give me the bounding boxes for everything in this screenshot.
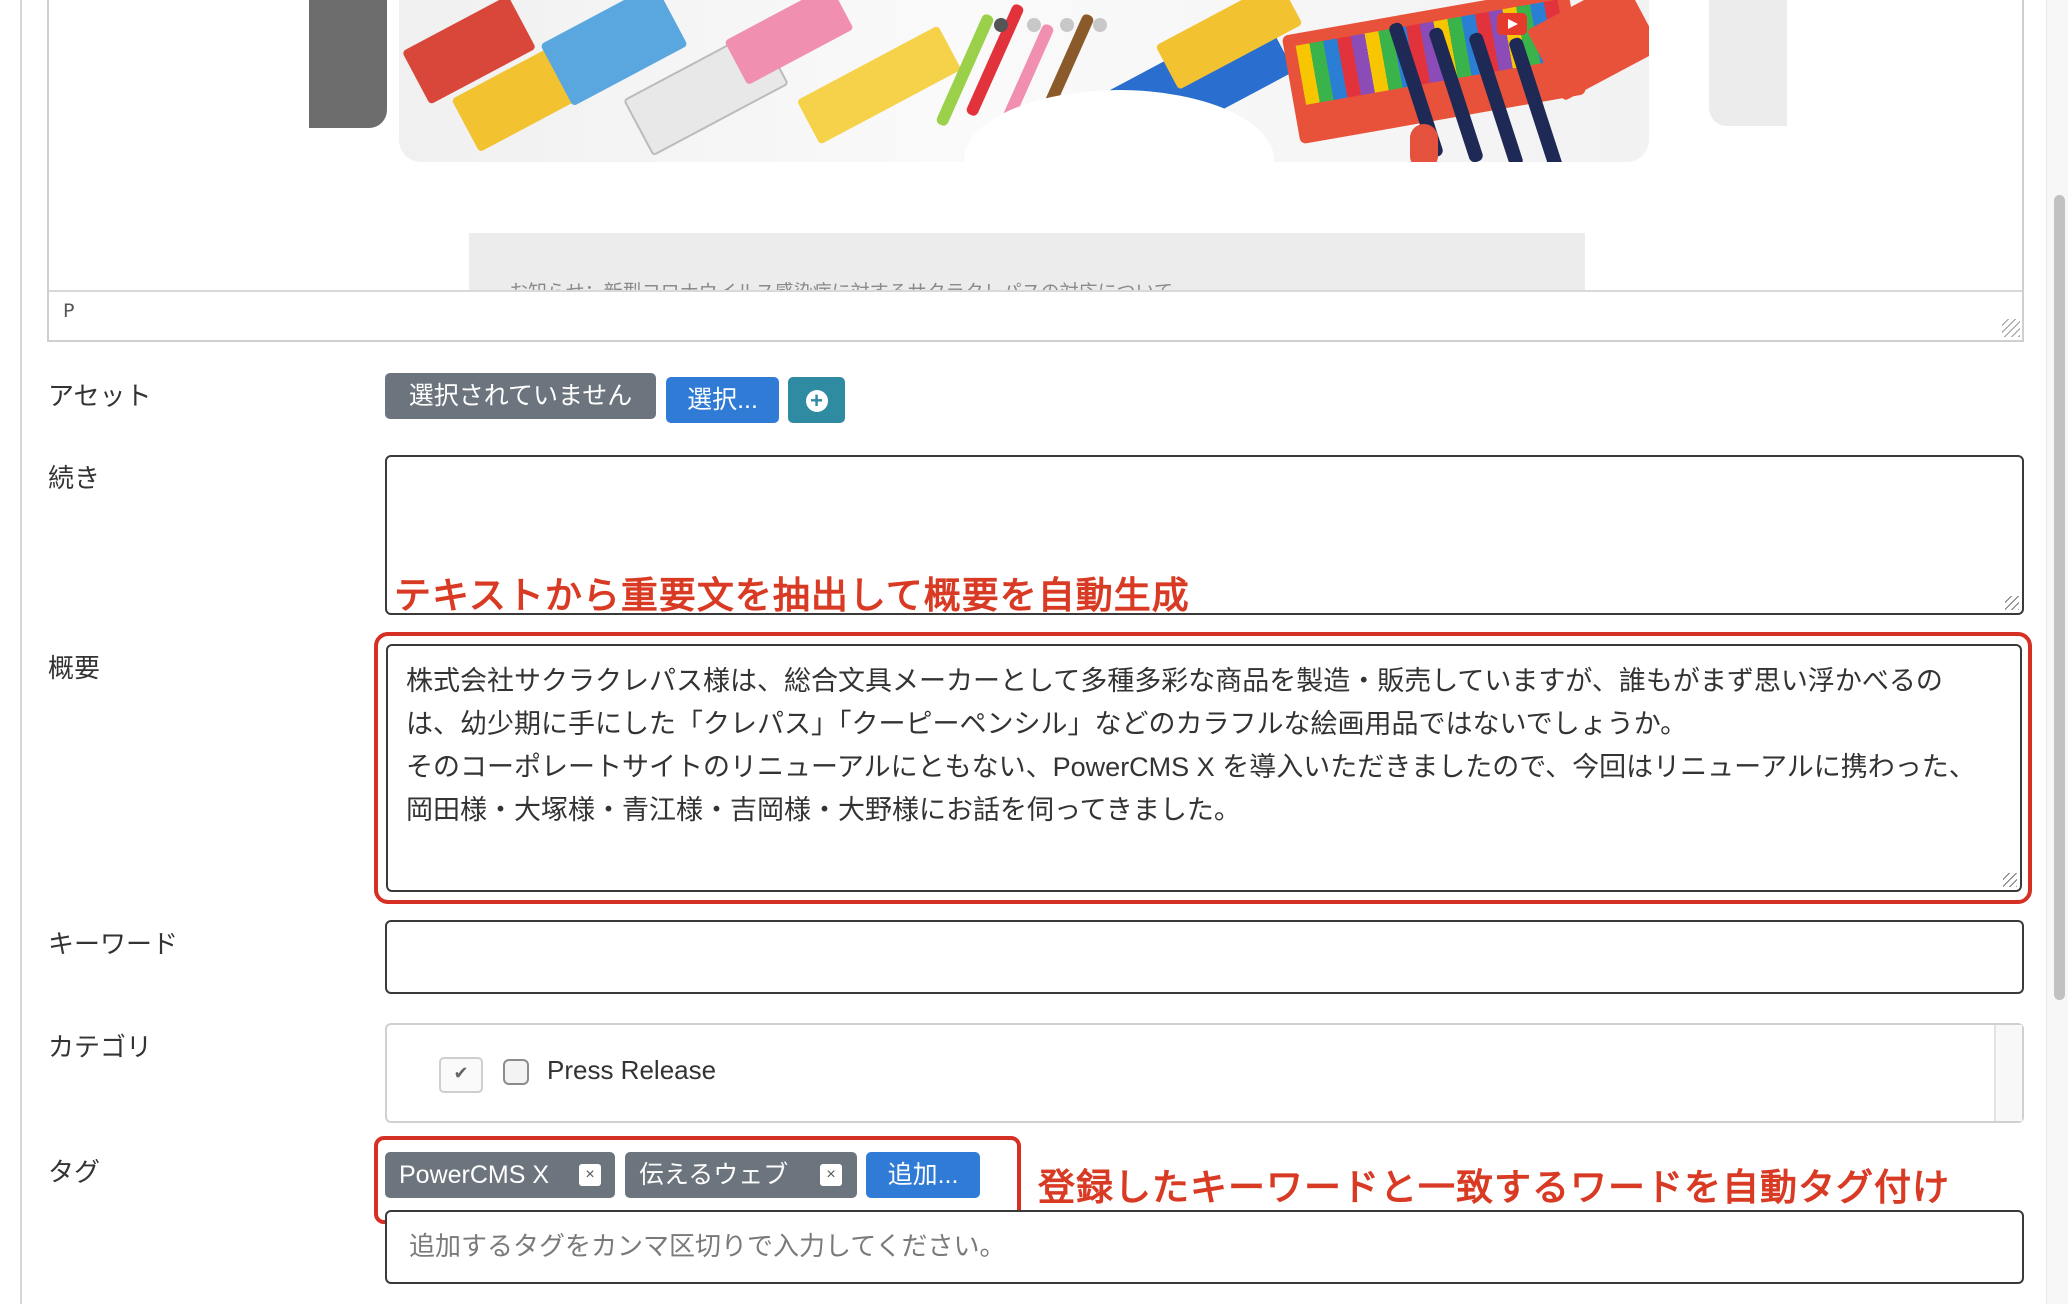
carousel-prev-slide xyxy=(309,0,387,128)
summary-label: 概要 xyxy=(48,653,101,683)
editor-path-indicator: P xyxy=(63,300,75,322)
category-item-label[interactable]: Press Release xyxy=(547,1055,716,1086)
category-checkbox[interactable] xyxy=(503,1059,529,1085)
asset-select-button[interactable]: 選択... xyxy=(666,377,779,423)
carousel-next-slide xyxy=(1709,0,1787,126)
category-label: カテゴリ xyxy=(48,1032,153,1062)
tag-remove-icon[interactable]: × xyxy=(820,1164,842,1186)
editor-content-area[interactable]: お知らせ：新型コロナウイルス感染症に対するサクラクレパスの対応について xyxy=(49,0,2022,292)
summary-textarea[interactable]: 株式会社サクラクレパス様は、総合文具メーカーとして多種多彩な商品を製造・販売して… xyxy=(386,644,2022,892)
category-list-scrollbar[interactable] xyxy=(1994,1025,2022,1121)
keywords-label: キーワード xyxy=(48,929,179,959)
summary-annotation: テキストから重要文を抽出して概要を自動生成 xyxy=(394,574,1190,617)
carousel-dot[interactable] xyxy=(1060,18,1074,32)
carousel-dot[interactable] xyxy=(1093,18,1107,32)
plus-circle-icon: + xyxy=(805,390,828,412)
category-list: ✔ Press Release xyxy=(385,1023,2024,1123)
page-left-border xyxy=(20,0,22,1304)
textarea-resize-handle[interactable] xyxy=(2003,873,2017,887)
tag-remove-icon[interactable]: × xyxy=(579,1164,601,1186)
keywords-input[interactable] xyxy=(385,920,2024,994)
product-image-part xyxy=(724,0,854,86)
asset-label: アセット xyxy=(48,381,152,411)
asset-none-selected-badge: 選択されていません xyxy=(385,373,656,419)
news-banner: お知らせ：新型コロナウイルス感染症に対するサクラクレパスの対応について xyxy=(469,233,1585,292)
carousel-dot[interactable] xyxy=(1027,18,1041,32)
scroll-indicator-icon xyxy=(1410,124,1438,162)
textarea-resize-handle[interactable] xyxy=(2005,596,2019,610)
tags-annotation: 登録したキーワードと一致するワードを自動タグ付け xyxy=(1038,1166,1950,1209)
more-label: 続き xyxy=(48,463,101,493)
editor-resize-handle[interactable] xyxy=(2002,319,2020,337)
tag-input[interactable]: 追加するタグをカンマ区切りで入力してください。 xyxy=(385,1210,2024,1284)
category-select-all-toggle[interactable]: ✔ xyxy=(439,1057,483,1093)
tag-chip-label: PowerCMS X xyxy=(399,1161,550,1189)
tag-add-button[interactable]: 追加... xyxy=(866,1152,980,1198)
summary-value: 株式会社サクラクレパス様は、総合文具メーカーとして多種多彩な商品を製造・販売して… xyxy=(406,666,1976,825)
body-editor[interactable]: お知らせ：新型コロナウイルス感染症に対するサクラクレパスの対応について P xyxy=(47,0,2024,342)
asset-add-button[interactable]: + xyxy=(788,377,845,423)
page-scrollbar-thumb[interactable] xyxy=(2054,195,2065,1000)
youtube-icon[interactable] xyxy=(1497,13,1527,35)
carousel-dot[interactable] xyxy=(994,18,1008,32)
tags-label: タグ xyxy=(48,1157,101,1187)
tag-chip: 伝えるウェブ × xyxy=(625,1152,857,1198)
tag-chip: PowerCMS X × xyxy=(385,1152,615,1198)
news-text: お知らせ：新型コロナウイルス感染症に対するサクラクレパスの対応について xyxy=(509,281,1174,292)
tag-chip-label: 伝えるウェブ xyxy=(639,1161,789,1189)
tag-input-placeholder: 追加するタグをカンマ区切りで入力してください。 xyxy=(409,1231,1006,1261)
carousel-hero-image xyxy=(399,0,1649,162)
